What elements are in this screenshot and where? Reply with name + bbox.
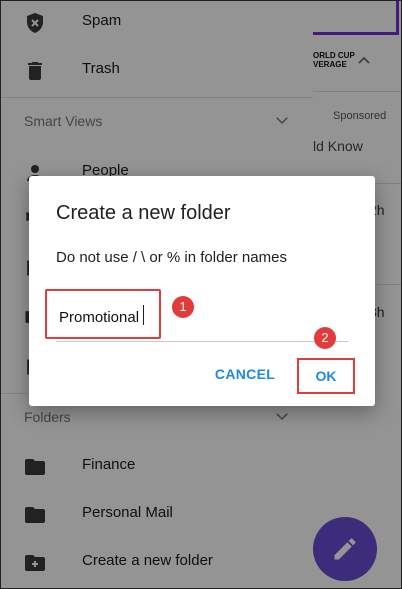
ok-button[interactable]: OK	[297, 358, 355, 394]
step-marker-1: 1	[172, 296, 194, 318]
create-folder-dialog: Create a new folder Do not use / \ or % …	[29, 176, 375, 406]
step-marker-2: 2	[314, 327, 336, 349]
app-screen: ORLD CUP VERAGE Sponsored ld Know 2h 3h …	[0, 0, 402, 589]
folder-name-input[interactable]	[56, 294, 348, 340]
dialog-message: Do not use / \ or % in folder names	[56, 249, 287, 266]
dialog-title: Create a new folder	[56, 202, 231, 224]
cancel-button[interactable]: CANCEL	[209, 359, 281, 389]
folder-name-field	[56, 294, 348, 342]
text-cursor	[143, 305, 144, 325]
